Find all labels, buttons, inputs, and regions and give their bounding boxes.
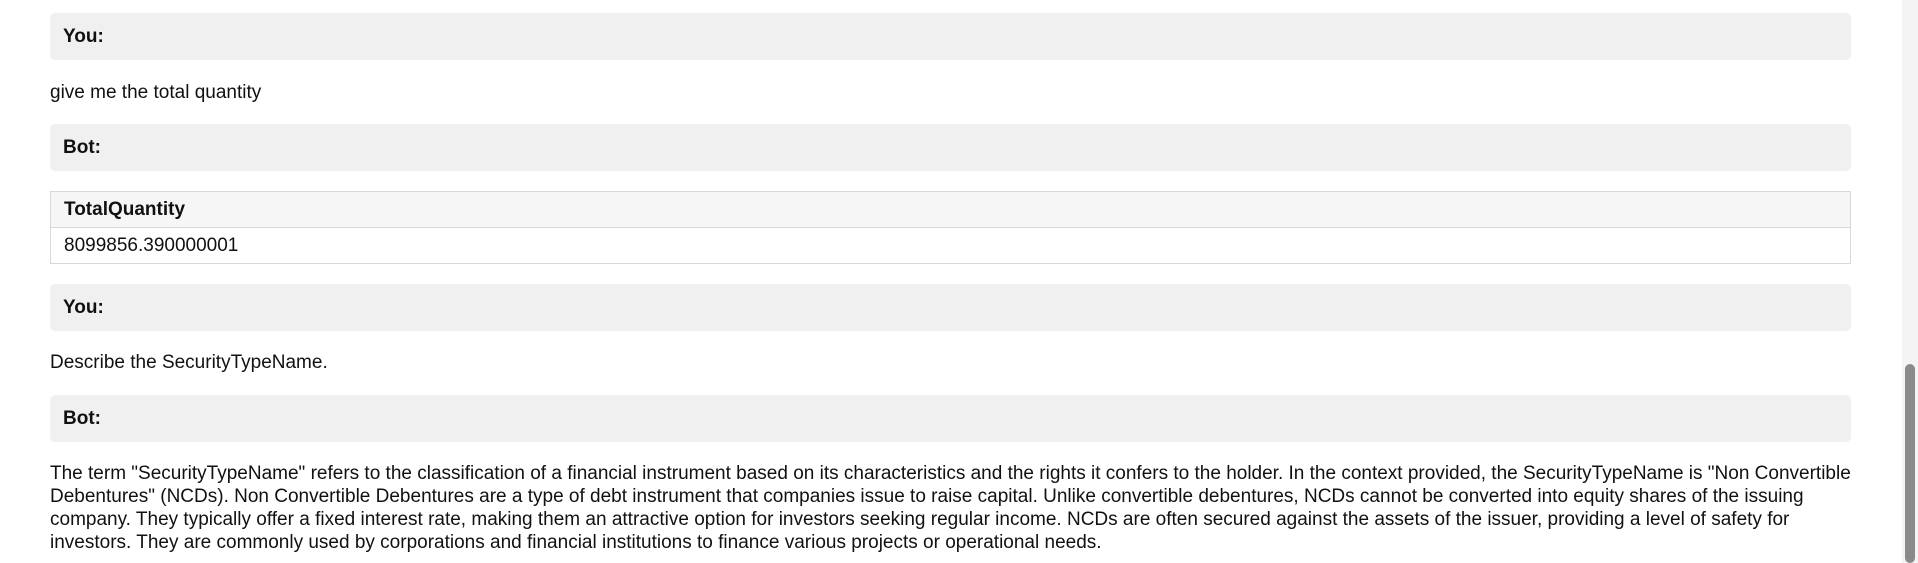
speaker-label-user: You: <box>50 13 1851 60</box>
user-message: Describe the SecurityTypeName. <box>50 352 328 373</box>
speaker-label-bot: Bot: <box>50 124 1851 171</box>
table-row: 8099856.390000001 <box>50 227 1851 264</box>
table-cell: 8099856.390000001 <box>50 227 1851 264</box>
table-header-cell: TotalQuantity <box>50 191 1851 228</box>
table-header-row: TotalQuantity <box>50 191 1851 228</box>
scrollbar[interactable] <box>1902 0 1918 563</box>
chat-history: You: give me the total quantity Bot: Tot… <box>50 0 1851 554</box>
scrollbar-thumb[interactable] <box>1905 364 1915 563</box>
bot-message: The term "SecurityTypeName" refers to th… <box>50 463 1851 553</box>
speaker-label-bot: Bot: <box>50 395 1851 442</box>
user-message: give me the total quantity <box>50 82 262 103</box>
result-table: TotalQuantity 8099856.390000001 <box>50 191 1851 264</box>
speaker-label-user: You: <box>50 284 1851 331</box>
